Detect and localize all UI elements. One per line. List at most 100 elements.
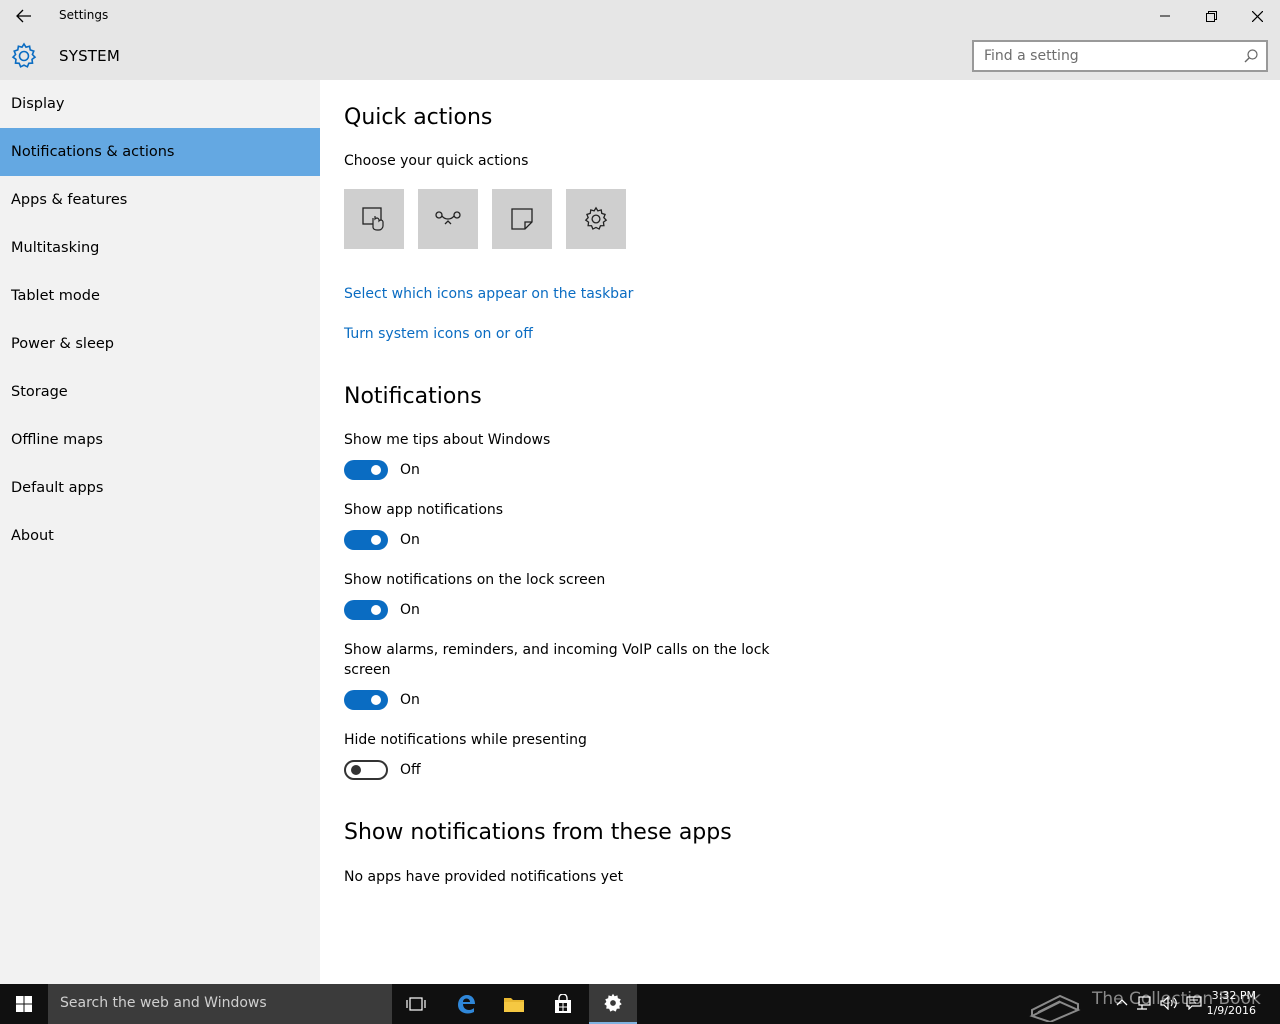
sidebar-item-notifications-actions[interactable]: Notifications & actions	[0, 128, 320, 176]
setting-label-tips: Show me tips about Windows	[344, 432, 551, 448]
sidebar-item-label: Display	[11, 96, 65, 112]
taskbar: Search the web and Windows The Collectio…	[0, 984, 1280, 1024]
toggle-knob	[371, 605, 381, 615]
tablet-mode-icon	[362, 207, 384, 231]
chevron-up-icon	[1116, 999, 1128, 1006]
close-icon	[1251, 10, 1263, 22]
quick-action-tile-connect[interactable]	[418, 189, 478, 249]
restore-icon	[1205, 10, 1217, 22]
book-logo-icon	[1029, 994, 1081, 1022]
sidebar-item-offline-maps[interactable]: Offline maps	[0, 416, 320, 464]
task-view-icon	[406, 997, 426, 1011]
connect-icon	[435, 211, 461, 225]
find-setting-search[interactable]: Find a setting	[972, 40, 1268, 72]
minimize-icon	[1160, 15, 1170, 17]
sidebar-item-default-apps[interactable]: Default apps	[0, 464, 320, 512]
system-icons-link[interactable]: Turn system icons on or off	[344, 326, 533, 342]
close-button[interactable]	[1234, 0, 1280, 32]
quick-actions-subheading: Choose your quick actions	[344, 153, 529, 169]
sidebar-item-label: Tablet mode	[11, 288, 100, 304]
gear-icon	[11, 42, 37, 68]
restore-button[interactable]	[1188, 0, 1234, 32]
lock-screen-toggle[interactable]	[344, 600, 388, 620]
app-notifications-toggle-state: On	[400, 532, 420, 548]
setting-label-app-notifications: Show app notifications	[344, 502, 504, 518]
taskbar-icons-link[interactable]: Select which icons appear on the taskbar	[344, 286, 633, 302]
toggle-knob	[371, 695, 381, 705]
folder-icon	[504, 998, 524, 1012]
sidebar: Display Notifications & actions Apps & f…	[0, 80, 320, 984]
presenting-toggle[interactable]	[344, 760, 388, 780]
section-title: SYSTEM	[59, 47, 120, 65]
sidebar-item-label: Storage	[11, 384, 68, 400]
sidebar-item-power-sleep[interactable]: Power & sleep	[0, 320, 320, 368]
setting-label-lock-screen: Show notifications on the lock screen	[344, 572, 606, 588]
taskbar-search-placeholder: Search the web and Windows	[60, 995, 267, 1011]
settings-header: SYSTEM Find a setting	[0, 32, 1280, 80]
quick-actions-heading: Quick actions	[344, 105, 493, 130]
notifications-heading: Notifications	[344, 384, 482, 409]
clock[interactable]: 3:32 PM 1/9/2016	[1207, 988, 1256, 1018]
windows-logo-icon	[16, 996, 32, 1012]
sidebar-item-label: About	[11, 528, 54, 544]
task-view-button[interactable]	[392, 984, 440, 1024]
sidebar-item-about[interactable]: About	[0, 512, 320, 560]
quick-action-tile-tablet-mode[interactable]	[344, 189, 404, 249]
lock-screen-toggle-state: On	[400, 602, 420, 618]
no-apps-text: No apps have provided notifications yet	[344, 869, 624, 885]
toggle-knob	[351, 765, 361, 775]
settings-icon	[584, 206, 608, 230]
file-explorer-button[interactable]	[490, 984, 538, 1024]
show-hidden-icons-button[interactable]	[1116, 996, 1128, 1010]
back-arrow-icon	[16, 9, 31, 23]
minimize-button[interactable]	[1142, 0, 1188, 32]
sidebar-item-multitasking[interactable]: Multitasking	[0, 224, 320, 272]
sidebar-item-apps-features[interactable]: Apps & features	[0, 176, 320, 224]
clock-time: 3:32 PM	[1211, 989, 1256, 1002]
sidebar-item-label: Offline maps	[11, 432, 103, 448]
store-button[interactable]	[539, 984, 587, 1024]
store-bag-icon	[555, 994, 571, 1013]
sidebar-item-label: Multitasking	[11, 240, 100, 256]
search-icon[interactable]	[1244, 49, 1258, 63]
volume-button[interactable]	[1160, 995, 1178, 1013]
quick-action-tile-note[interactable]	[492, 189, 552, 249]
app-notifications-toggle[interactable]	[344, 530, 388, 550]
clock-date: 1/9/2016	[1206, 1004, 1256, 1017]
sidebar-item-display[interactable]: Display	[0, 80, 320, 128]
start-button[interactable]	[0, 984, 48, 1024]
alarms-toggle[interactable]	[344, 690, 388, 710]
search-placeholder: Find a setting	[984, 48, 1079, 64]
toggle-knob	[371, 465, 381, 475]
sidebar-item-storage[interactable]: Storage	[0, 368, 320, 416]
title-bar: Settings	[0, 0, 1280, 32]
volume-icon	[1160, 995, 1177, 1011]
main-content: Quick actions Choose your quick actions …	[320, 80, 1280, 984]
sidebar-item-label: Apps & features	[11, 192, 128, 208]
network-icon	[1137, 996, 1151, 1010]
action-center-icon	[1186, 996, 1202, 1011]
note-icon	[511, 208, 533, 230]
settings-taskbar-button[interactable]	[589, 984, 637, 1024]
setting-label-alarms-line1: Show alarms, reminders, and incoming VoI…	[344, 642, 770, 658]
quick-action-tile-all-settings[interactable]	[566, 189, 626, 249]
taskbar-search[interactable]: Search the web and Windows	[48, 984, 392, 1024]
sidebar-item-label: Default apps	[11, 480, 104, 496]
presenting-toggle-state: Off	[400, 762, 421, 778]
tips-toggle[interactable]	[344, 460, 388, 480]
action-center-button[interactable]	[1186, 996, 1202, 1013]
edge-icon	[458, 995, 475, 1014]
window-title: Settings	[59, 8, 109, 22]
setting-label-presenting: Hide notifications while presenting	[344, 732, 587, 748]
network-button[interactable]	[1136, 996, 1152, 1013]
back-button[interactable]	[0, 0, 48, 32]
toggle-knob	[371, 535, 381, 545]
sidebar-item-label: Power & sleep	[11, 336, 114, 352]
apps-heading: Show notifications from these apps	[344, 820, 732, 845]
sidebar-item-tablet-mode[interactable]: Tablet mode	[0, 272, 320, 320]
settings-gear-icon	[604, 993, 622, 1012]
edge-button[interactable]	[442, 984, 490, 1024]
setting-label-alarms-line2: screen	[344, 662, 391, 678]
sidebar-item-label: Notifications & actions	[11, 144, 175, 160]
tips-toggle-state: On	[400, 462, 420, 478]
